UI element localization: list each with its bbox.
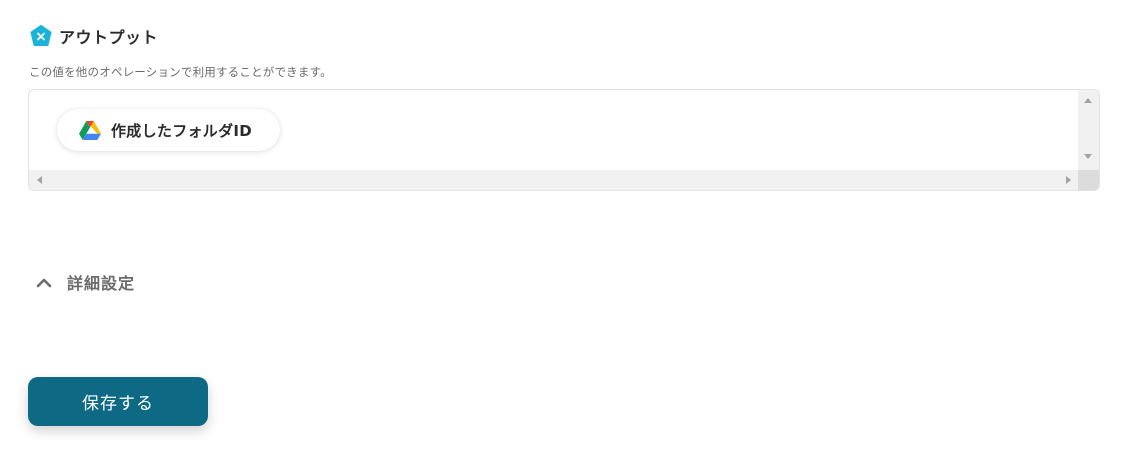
output-description: この値を他のオペレーションで利用することができます。 bbox=[29, 65, 332, 79]
horizontal-scrollbar[interactable] bbox=[29, 170, 1079, 190]
advanced-settings-toggle[interactable]: 詳細設定 bbox=[36, 270, 135, 294]
scroll-down-arrow-icon[interactable] bbox=[1084, 154, 1092, 159]
output-title: アウトプット bbox=[59, 28, 159, 47]
scroll-up-arrow-icon[interactable] bbox=[1084, 98, 1092, 103]
scrollbar-corner bbox=[1078, 170, 1099, 190]
scroll-left-arrow-icon[interactable] bbox=[37, 176, 42, 184]
scroll-right-arrow-icon[interactable] bbox=[1066, 176, 1071, 184]
page: アウトプット この値を他のオペレーションで利用することができます。 作成したフォ… bbox=[0, 0, 1122, 450]
google-drive-icon bbox=[79, 120, 101, 140]
output-header: アウトプット bbox=[30, 24, 158, 48]
advanced-settings-label: 詳細設定 bbox=[67, 274, 136, 293]
output-chip[interactable]: 作成したフォルダID bbox=[57, 109, 281, 151]
chip-label: 作成したフォルダID bbox=[111, 121, 253, 140]
output-value-box: 作成したフォルダID bbox=[28, 89, 1100, 191]
vertical-scrollbar[interactable] bbox=[1078, 90, 1099, 171]
save-button[interactable]: 保存する bbox=[28, 377, 208, 426]
chevron-up-icon bbox=[36, 278, 52, 288]
output-x-icon bbox=[30, 25, 52, 46]
